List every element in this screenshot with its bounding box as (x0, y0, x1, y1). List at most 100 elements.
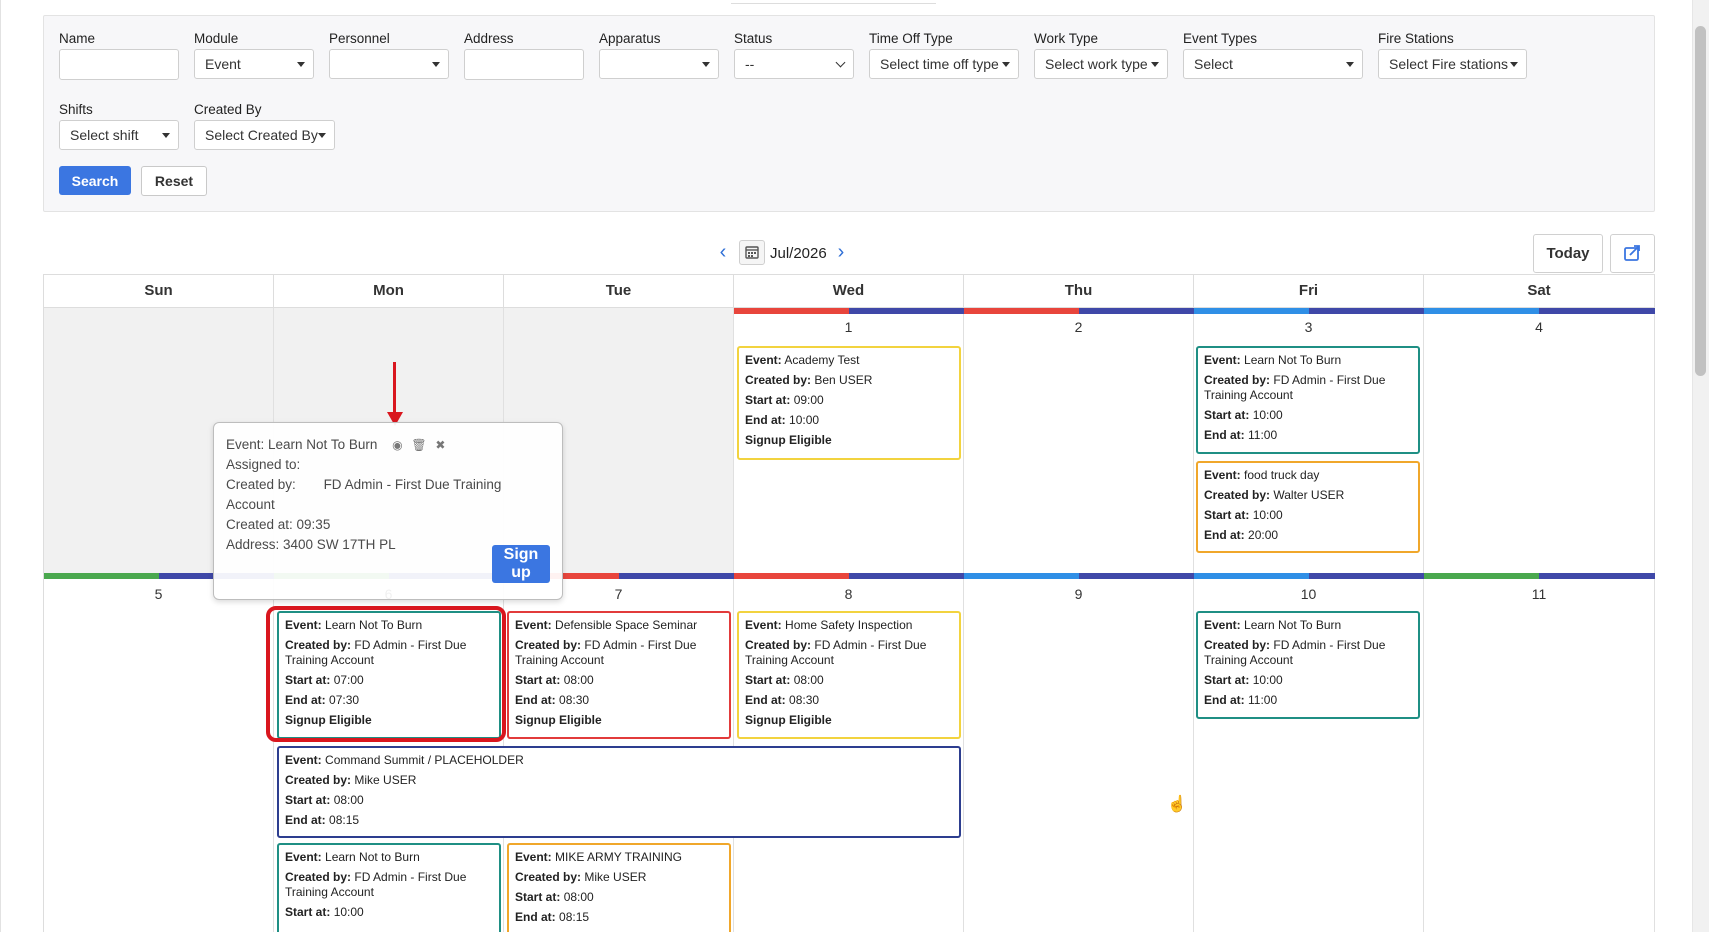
calendar-picker-button[interactable] (739, 240, 765, 265)
sign-up-button[interactable]: Sign up (492, 545, 550, 583)
address-label: Address (464, 31, 514, 46)
eye-icon[interactable]: ◉ (392, 435, 402, 455)
calendar-icon (745, 246, 759, 259)
shift-stripe (1194, 308, 1309, 314)
weekday-header-sun: Sun (44, 275, 274, 308)
day-cell-2[interactable]: 2 (964, 308, 1194, 573)
event-end: 08:30 (789, 693, 820, 707)
day-cell-4[interactable]: 4 (1424, 308, 1655, 573)
export-button[interactable] (1610, 234, 1655, 273)
event-title: Home Safety Inspection (785, 618, 913, 632)
trash-icon[interactable]: 🗑 (411, 435, 426, 455)
event-card-learn-not-to-burn[interactable]: Event: Learn Not to Burn Created by: FD … (277, 843, 501, 932)
scrollbar-thumb[interactable] (1695, 26, 1706, 376)
event-end: 08:15 (559, 910, 590, 924)
event-label: Event: (515, 850, 552, 864)
start-label: Start at: (515, 673, 561, 687)
event-creator: Mike USER (584, 870, 647, 884)
event-card-home-safety-inspection[interactable]: Event: Home Safety Inspection Created by… (737, 611, 961, 739)
name-input[interactable] (59, 49, 179, 80)
weekday-header-tue: Tue (504, 275, 734, 308)
event-types-label: Event Types (1183, 31, 1258, 46)
time-off-type-label: Time Off Type (869, 31, 953, 46)
day-cell-11[interactable]: 11 (1424, 573, 1655, 932)
personnel-dropdown[interactable] (329, 49, 449, 79)
next-month-icon[interactable]: › (833, 241, 849, 263)
work-type-dropdown[interactable]: Select work type (1034, 49, 1168, 79)
vertical-scrollbar[interactable] (1692, 0, 1709, 932)
fire-stations-dropdown[interactable]: Select Fire stations (1378, 49, 1527, 79)
event-creator: Ben USER (814, 373, 873, 387)
created-by-label: Created by: (1204, 488, 1271, 502)
event-card-learn-not-to-burn[interactable]: Event: Learn Not To Burn Created by: FD … (1196, 346, 1420, 454)
app-window: Name Module Event Personnel Address Appa… (0, 0, 1700, 932)
end-label: End at: (1204, 693, 1245, 707)
start-label: Start at: (285, 905, 331, 919)
start-label: Start at: (1204, 408, 1250, 422)
signup-eligible: Signup Eligible (745, 433, 832, 447)
event-start: 10:00 (333, 905, 364, 919)
signup-eligible: Signup Eligible (515, 713, 602, 727)
event-creator: Mike USER (354, 773, 417, 787)
event-end: 20:00 (1248, 528, 1279, 542)
address-input[interactable] (464, 49, 584, 80)
event-card-defensible-space-seminar[interactable]: Event: Defensible Space Seminar Created … (507, 611, 731, 739)
start-label: Start at: (285, 793, 331, 807)
event-card-academy-test[interactable]: Event: Academy Test Created by: Ben USER… (737, 346, 961, 460)
event-title: food truck day (1244, 468, 1320, 482)
end-label: End at: (1204, 428, 1245, 442)
event-card-food-truck-day[interactable]: Event: food truck day Created by: Walter… (1196, 461, 1420, 553)
popover-created-by-label: Created by: (226, 477, 296, 493)
time-off-type-filter: Time Off Type Select time off type (869, 29, 1019, 79)
event-types-dropdown[interactable]: Select (1183, 49, 1363, 79)
created-by-label: Created by: (745, 373, 812, 387)
event-end: 08:15 (329, 813, 360, 827)
popover-created-at: Created at: 09:35 (226, 517, 331, 533)
day-number: 10 (1300, 586, 1317, 602)
work-type-label: Work Type (1034, 31, 1099, 46)
event-start: 08:00 (793, 673, 824, 687)
address-filter: Address (464, 29, 584, 80)
annotation-highlight-box (266, 606, 506, 742)
prev-month-icon[interactable]: ‹ (715, 241, 731, 263)
module-dropdown[interactable]: Event (194, 49, 314, 79)
event-label: Event: (1204, 468, 1241, 482)
top-tab-strip (731, 0, 936, 4)
event-title: Command Summit / PLACEHOLDER (325, 753, 524, 767)
day-number: 8 (844, 586, 853, 602)
reset-button[interactable]: Reset (141, 166, 207, 196)
created-by-label: Created by: (285, 870, 352, 884)
event-label: Event: (285, 850, 322, 864)
time-off-type-dropdown[interactable]: Select time off type (869, 49, 1019, 79)
shifts-filter: Shifts Select shift (59, 100, 179, 150)
close-icon[interactable]: ✖ (435, 435, 445, 455)
created-by-label: Created by: (1204, 638, 1271, 652)
created-by-dropdown[interactable]: Select Created By (194, 120, 335, 150)
created-by-label: Created by: (515, 638, 582, 652)
event-label: Event: (1204, 353, 1241, 367)
event-end: 08:30 (559, 693, 590, 707)
apparatus-dropdown[interactable] (599, 49, 719, 79)
start-label: Start at: (515, 890, 561, 904)
event-card-mike-army-training[interactable]: Event: MIKE ARMY TRAINING Created by: Mi… (507, 843, 731, 932)
event-end: 11:00 (1248, 693, 1278, 707)
created-by-label: Created by: (1204, 373, 1271, 387)
start-label: Start at: (745, 393, 791, 407)
day-cell-5[interactable]: 5 (44, 573, 274, 932)
end-label: End at: (745, 693, 786, 707)
day-cell-9[interactable]: 9 (964, 573, 1194, 932)
shift-stripe (849, 308, 964, 314)
created-by-label: Created By (194, 102, 262, 117)
apparatus-label: Apparatus (599, 31, 661, 46)
today-button[interactable]: Today (1533, 234, 1603, 273)
status-select[interactable]: -- (734, 49, 854, 79)
event-creator: Walter USER (1273, 488, 1345, 502)
event-title: Defensible Space Seminar (555, 618, 698, 632)
event-card-learn-not-to-burn[interactable]: Event: Learn Not To Burn Created by: FD … (1196, 611, 1420, 719)
search-button[interactable]: Search (59, 166, 131, 195)
shift-stripe (849, 573, 964, 579)
name-label: Name (59, 31, 96, 46)
end-label: End at: (745, 413, 786, 427)
event-card-command-summit[interactable]: Event: Command Summit / PLACEHOLDER Crea… (277, 746, 961, 838)
shifts-dropdown[interactable]: Select shift (59, 120, 179, 150)
